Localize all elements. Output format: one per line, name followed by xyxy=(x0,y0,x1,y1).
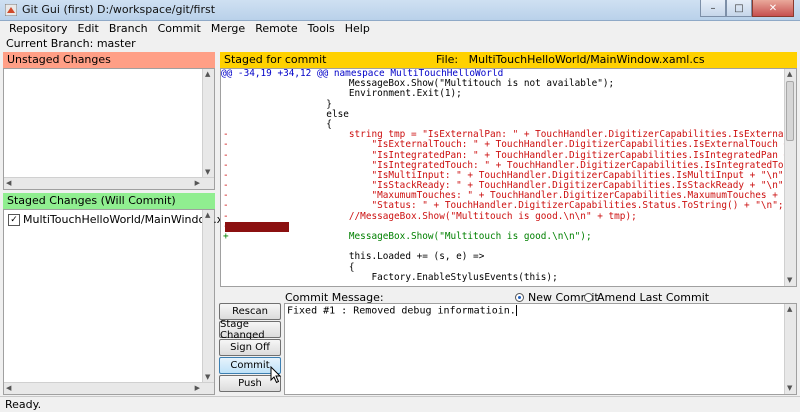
staged-horizontal-scrollbar[interactable]: ◀ ▶ xyxy=(4,382,214,394)
diff-lines: @@ -34,19 +34,12 @@ namespace MultiTouch… xyxy=(221,69,796,283)
diff-line-marker: + xyxy=(223,231,229,242)
diff-vertical-scrollbar[interactable]: ▲ ▼ xyxy=(784,69,796,286)
sign-off-button[interactable]: Sign Off xyxy=(219,339,281,356)
diff-header: Staged for commit File: MultiTouchHelloW… xyxy=(220,52,797,68)
title-bar: Git Gui (first) D:/workspace/git/first –… xyxy=(0,0,800,21)
diff-line: - "IsExternalTouch: " + TouchHandler.Dig… xyxy=(221,139,796,151)
diff-line-text: Factory.EnableStylusEvents(this); xyxy=(236,271,558,283)
menu-commit[interactable]: Commit xyxy=(153,21,206,36)
diff-status: Staged for commit xyxy=(224,53,327,66)
commit-message-input[interactable]: Fixed #1 : Removed debug informatioin. ▲… xyxy=(284,303,797,395)
mouse-pointer-icon xyxy=(270,366,282,384)
git-gui-app-icon xyxy=(5,4,17,16)
diff-line-text: //MessageBox.Show("Multitouch is good.\n… xyxy=(236,210,637,222)
menu-tools[interactable]: Tools xyxy=(303,21,340,36)
diff-file-label: File: MultiTouchHelloWorld/MainWindow.xa… xyxy=(436,52,705,68)
unstaged-vertical-scrollbar[interactable]: ▲ ▼ xyxy=(202,69,214,178)
menu-edit[interactable]: Edit xyxy=(73,21,104,36)
minimize-button[interactable]: – xyxy=(700,0,726,17)
scroll-left-arrow-icon[interactable]: ◀ xyxy=(6,179,11,188)
scroll-up-arrow-icon[interactable]: ▲ xyxy=(205,70,210,79)
menu-branch[interactable]: Branch xyxy=(104,21,153,36)
scroll-up-arrow-icon[interactable]: ▲ xyxy=(787,70,792,79)
text-caret xyxy=(515,305,517,316)
scroll-right-arrow-icon[interactable]: ▶ xyxy=(195,179,200,188)
commit-message-value: Fixed #1 : Removed debug informatioin. xyxy=(287,305,516,317)
diff-view[interactable]: @@ -34,19 +34,12 @@ namespace MultiTouch… xyxy=(220,68,797,287)
message-vertical-scrollbar[interactable]: ▲ ▼ xyxy=(784,304,796,394)
commit-message-text: Fixed #1 : Removed debug informatioin. xyxy=(287,305,517,317)
staged-vertical-scrollbar[interactable]: ▲ ▼ xyxy=(202,210,214,383)
rescan-button[interactable]: Rescan xyxy=(219,303,281,320)
radio-selected-icon[interactable] xyxy=(515,293,524,302)
scroll-up-arrow-icon[interactable]: ▲ xyxy=(205,211,210,220)
radio-unselected-icon[interactable] xyxy=(584,293,593,302)
diff-file-name: MultiTouchHelloWorld/MainWindow.xaml.cs xyxy=(468,53,705,66)
menu-bar: Repository Edit Branch Commit Merge Remo… xyxy=(0,21,800,36)
menu-help[interactable]: Help xyxy=(340,21,375,36)
diff-scroll-thumb[interactable] xyxy=(786,81,794,141)
staged-file-list[interactable]: ✓ MultiTouchHelloWorld/MainWindow.xaml.c… xyxy=(3,209,259,395)
diff-line: Factory.EnableStylusEvents(this); xyxy=(221,271,785,283)
staged-changes-header: Staged Changes (Will Commit) xyxy=(3,193,215,209)
scroll-up-arrow-icon[interactable]: ▲ xyxy=(787,305,792,314)
window-title: Git Gui (first) D:/workspace/git/first xyxy=(22,3,216,16)
window-controls: – □ ✕ xyxy=(700,0,794,18)
unstaged-changes-header: Unstaged Changes xyxy=(3,52,215,68)
diff-line-text: "IsExternalTouch: " + TouchHandler.Digit… xyxy=(236,139,797,151)
scroll-down-arrow-icon[interactable]: ▼ xyxy=(205,168,210,177)
staged-check-icon[interactable]: ✓ xyxy=(8,213,20,226)
maximize-button[interactable]: □ xyxy=(726,0,752,17)
menu-remote[interactable]: Remote xyxy=(250,21,302,36)
diff-line-marker: - xyxy=(223,139,229,151)
scroll-left-arrow-icon[interactable]: ◀ xyxy=(6,384,11,393)
scroll-down-arrow-icon[interactable]: ▼ xyxy=(205,373,210,382)
diff-line: - //MessageBox.Show("Multitouch is good.… xyxy=(221,210,785,222)
status-bar: Ready. xyxy=(0,396,800,412)
close-button[interactable]: ✕ xyxy=(752,0,794,17)
stage-changed-button[interactable]: Stage Changed xyxy=(219,319,281,341)
menu-repository[interactable]: Repository xyxy=(4,21,73,36)
scroll-down-arrow-icon[interactable]: ▼ xyxy=(787,276,792,285)
file-label-text: File: xyxy=(436,53,459,66)
diff-line: + MessageBox.Show("Multitouch is good.\n… xyxy=(221,231,785,242)
unstaged-horizontal-scrollbar[interactable]: ◀ ▶ xyxy=(4,177,214,189)
scroll-down-arrow-icon[interactable]: ▼ xyxy=(787,384,792,393)
menu-merge[interactable]: Merge xyxy=(206,21,250,36)
diff-line-text: MessageBox.Show("Multitouch is good.\n\n… xyxy=(236,231,592,242)
unstaged-file-list[interactable]: ▲ ▼ ◀ ▶ xyxy=(3,68,215,190)
current-branch-label: Current Branch: master xyxy=(6,37,136,50)
scroll-right-arrow-icon[interactable]: ▶ xyxy=(195,384,200,393)
